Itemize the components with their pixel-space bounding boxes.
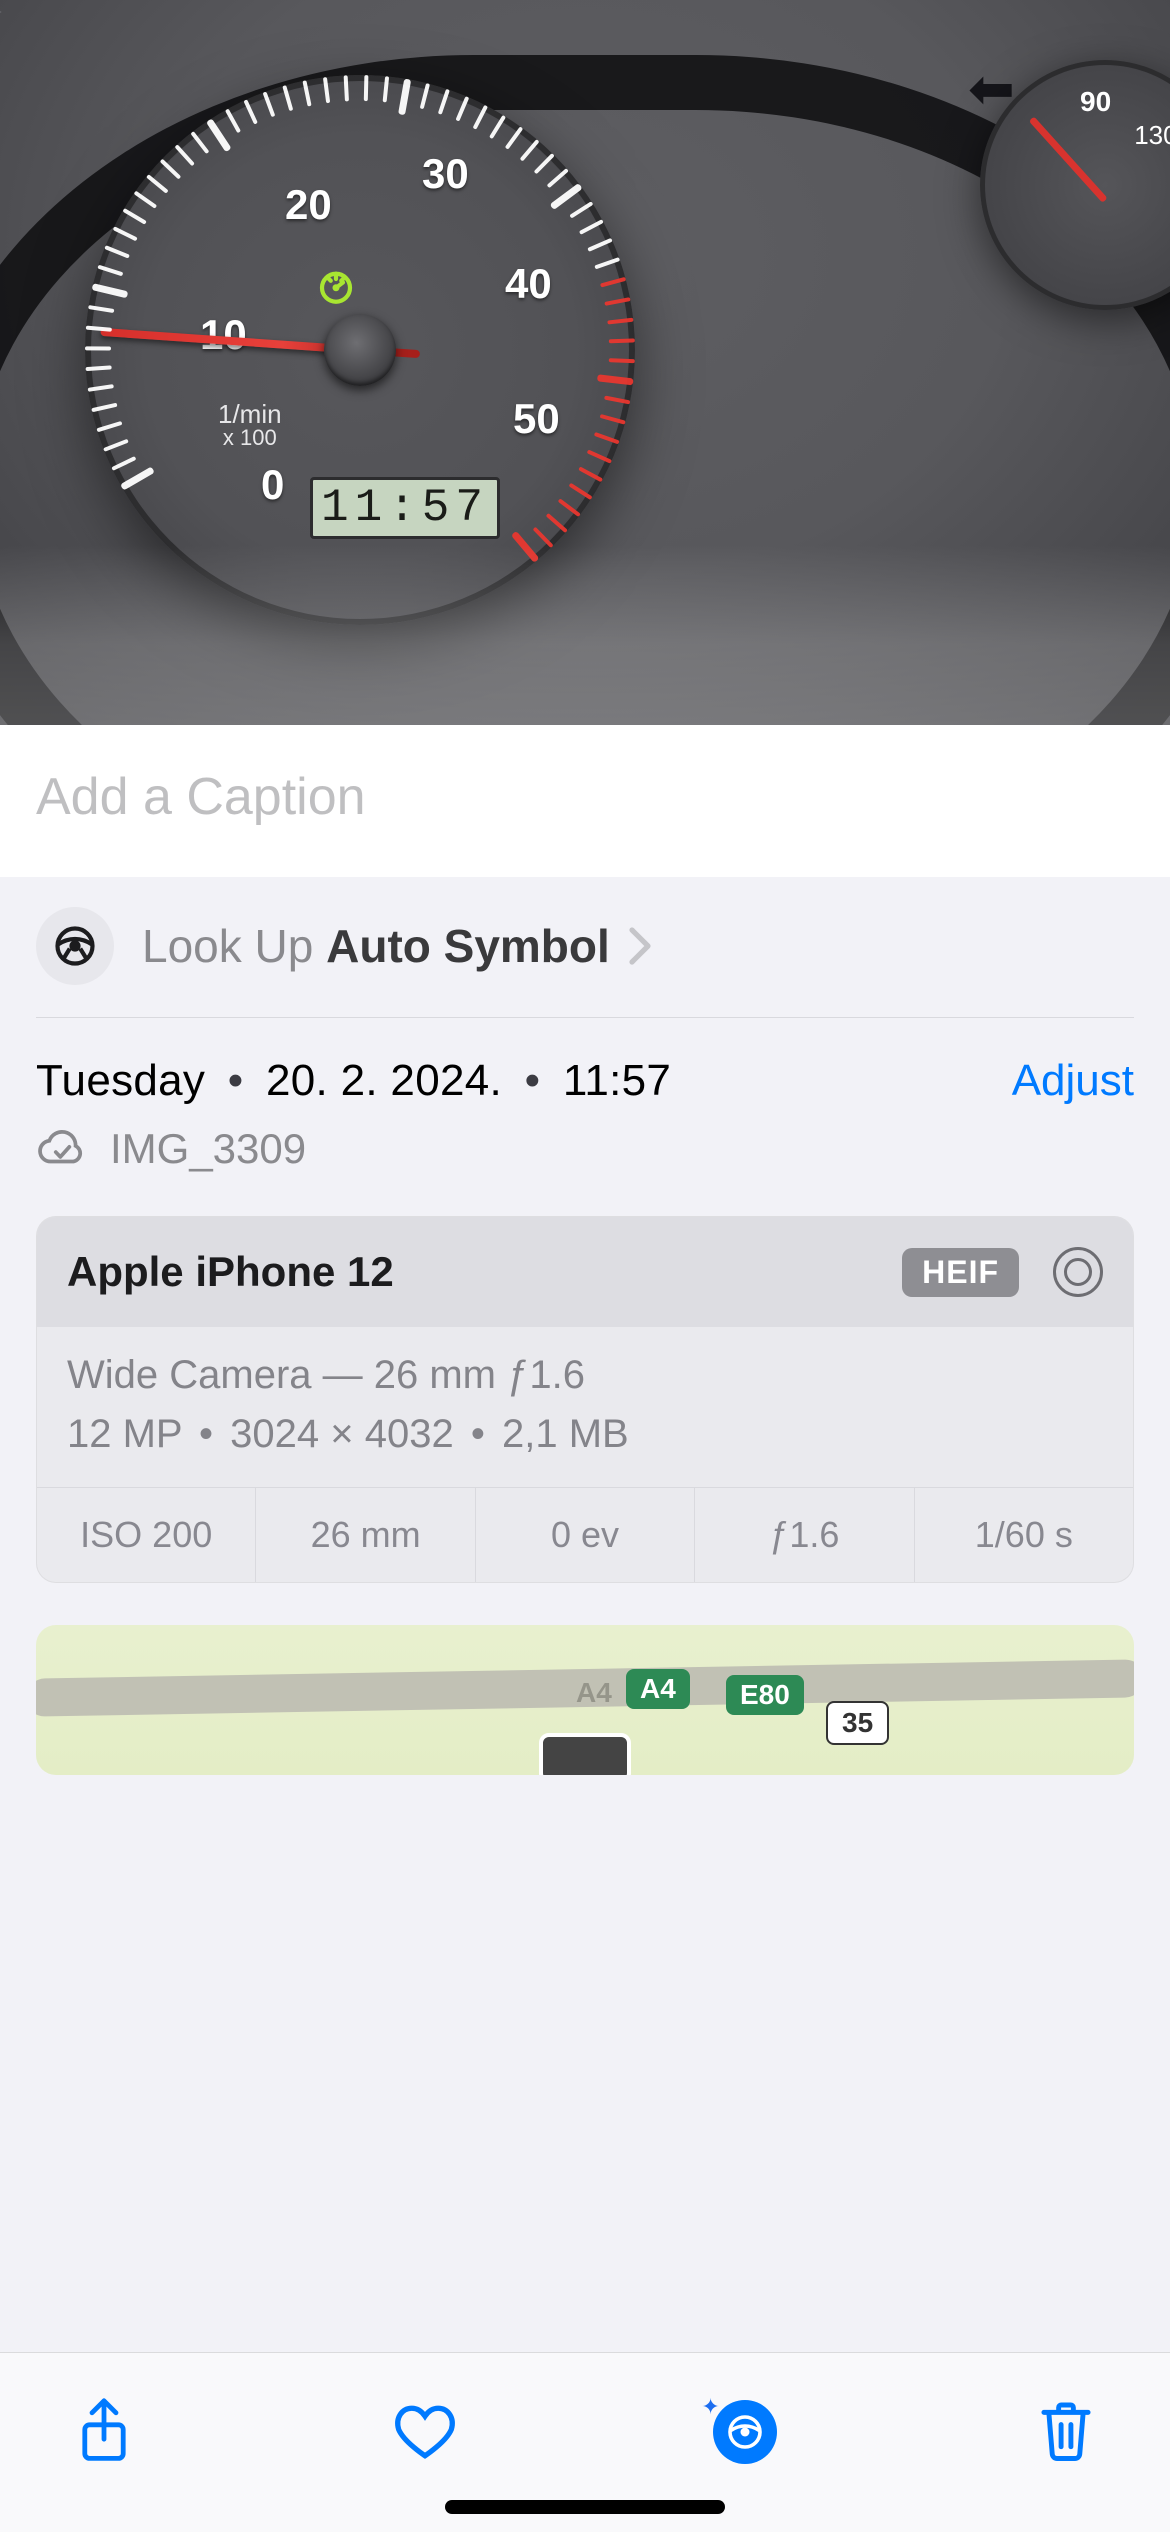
steering-wheel-icon	[54, 925, 96, 967]
road-label: A4	[576, 1677, 612, 1709]
favorite-button[interactable]	[389, 2396, 461, 2468]
photo-location-thumbnail	[539, 1733, 631, 1775]
tachometer-unit: 1/min x 100	[218, 401, 282, 449]
exif-focal: 26 mm	[256, 1488, 475, 1582]
tick-label-0: 0	[261, 461, 284, 509]
steering-wheel-icon	[727, 2414, 763, 2450]
road-shield-a4: A4	[626, 1669, 690, 1709]
caption-input[interactable]	[36, 767, 1134, 827]
megapixels: 12 MP	[67, 1412, 182, 1456]
adjust-button[interactable]: Adjust	[1012, 1056, 1134, 1106]
filename: IMG_3309	[110, 1125, 306, 1173]
trash-icon	[1039, 2400, 1093, 2464]
road-shield-35: 35	[826, 1701, 889, 1745]
tick-label-30: 30	[422, 150, 469, 198]
filesize: 2,1 MB	[502, 1412, 629, 1456]
temp-needle	[1029, 116, 1108, 202]
lookup-badge-icon	[36, 907, 114, 985]
location-map[interactable]: A4 A4 E80 35	[36, 1625, 1134, 1775]
gauge-hub	[324, 314, 396, 386]
caption-section	[0, 725, 1170, 877]
exif-aperture: ƒ1.6	[695, 1488, 914, 1582]
chevron-right-icon	[626, 926, 654, 966]
tachometer-gauge: // placeholder; ticks drawn below via in…	[85, 75, 635, 625]
separator-dot: •	[465, 1412, 491, 1456]
exif-shutter: 1/60 s	[915, 1488, 1133, 1582]
sparkle-icon: ✦	[0, 0, 3, 31]
visual-lookup-button[interactable]: ✦	[709, 2396, 781, 2468]
road-shield-e80: E80	[726, 1675, 804, 1715]
temp-label-130: 130 °C	[1134, 120, 1170, 151]
dashboard-clock-lcd: 11:57	[310, 477, 500, 539]
exif-ev: 0 ev	[476, 1488, 695, 1582]
weekday: Tuesday	[36, 1056, 205, 1105]
lookup-label: Look Up Auto Symbol	[142, 919, 610, 973]
sparkle-icon: ✦	[701, 2394, 719, 2420]
format-badge: HEIF	[902, 1248, 1019, 1297]
lens-icon	[1053, 1247, 1103, 1297]
share-icon	[75, 2396, 133, 2468]
tick-label-20: 20	[285, 181, 332, 229]
dimensions: 3024 × 4032	[230, 1412, 454, 1456]
camera-metadata-card: Apple iPhone 12 HEIF Wide Camera — 26 mm…	[36, 1216, 1134, 1583]
time: 11:57	[563, 1056, 671, 1105]
photo-preview[interactable]: ➡ // placeholder; ticks drawn below via …	[0, 0, 1170, 725]
home-indicator[interactable]	[445, 2500, 725, 2514]
delete-button[interactable]	[1030, 2396, 1102, 2468]
device-model: Apple iPhone 12	[67, 1248, 394, 1296]
separator-dot: •	[193, 1412, 219, 1456]
temp-label-90: 90	[1080, 86, 1111, 118]
tick-label-40: 40	[505, 260, 552, 308]
exif-iso: ISO 200	[37, 1488, 256, 1582]
lookup-prefix: Look Up	[142, 920, 326, 972]
exif-row: ISO 200 26 mm 0 ev ƒ1.6 1/60 s	[37, 1487, 1133, 1582]
filename-row: IMG_3309	[0, 1106, 1170, 1174]
date: 20. 2. 2024.	[266, 1056, 502, 1105]
tick-label-50: 50	[513, 395, 560, 443]
visual-lookup-row[interactable]: ✦ Look Up Auto Symbol	[0, 877, 1170, 985]
separator-dot: •	[218, 1056, 254, 1105]
unit-line-2: x 100	[218, 427, 282, 449]
heart-icon	[393, 2403, 457, 2461]
cruise-control-icon	[315, 265, 357, 307]
separator-dot: •	[515, 1056, 551, 1105]
share-button[interactable]	[68, 2396, 140, 2468]
lookup-subject: Auto Symbol	[326, 920, 610, 972]
lens-description: Wide Camera — 26 mm ƒ1.6	[67, 1353, 1103, 1398]
datetime-row: Tuesday • 20. 2. 2024. • 11:57 Adjust	[0, 1018, 1170, 1106]
photo-info-panel[interactable]: ✦ Look Up Auto Symbol Tuesday •	[0, 725, 1170, 2352]
icloud-synced-icon	[36, 1124, 86, 1174]
